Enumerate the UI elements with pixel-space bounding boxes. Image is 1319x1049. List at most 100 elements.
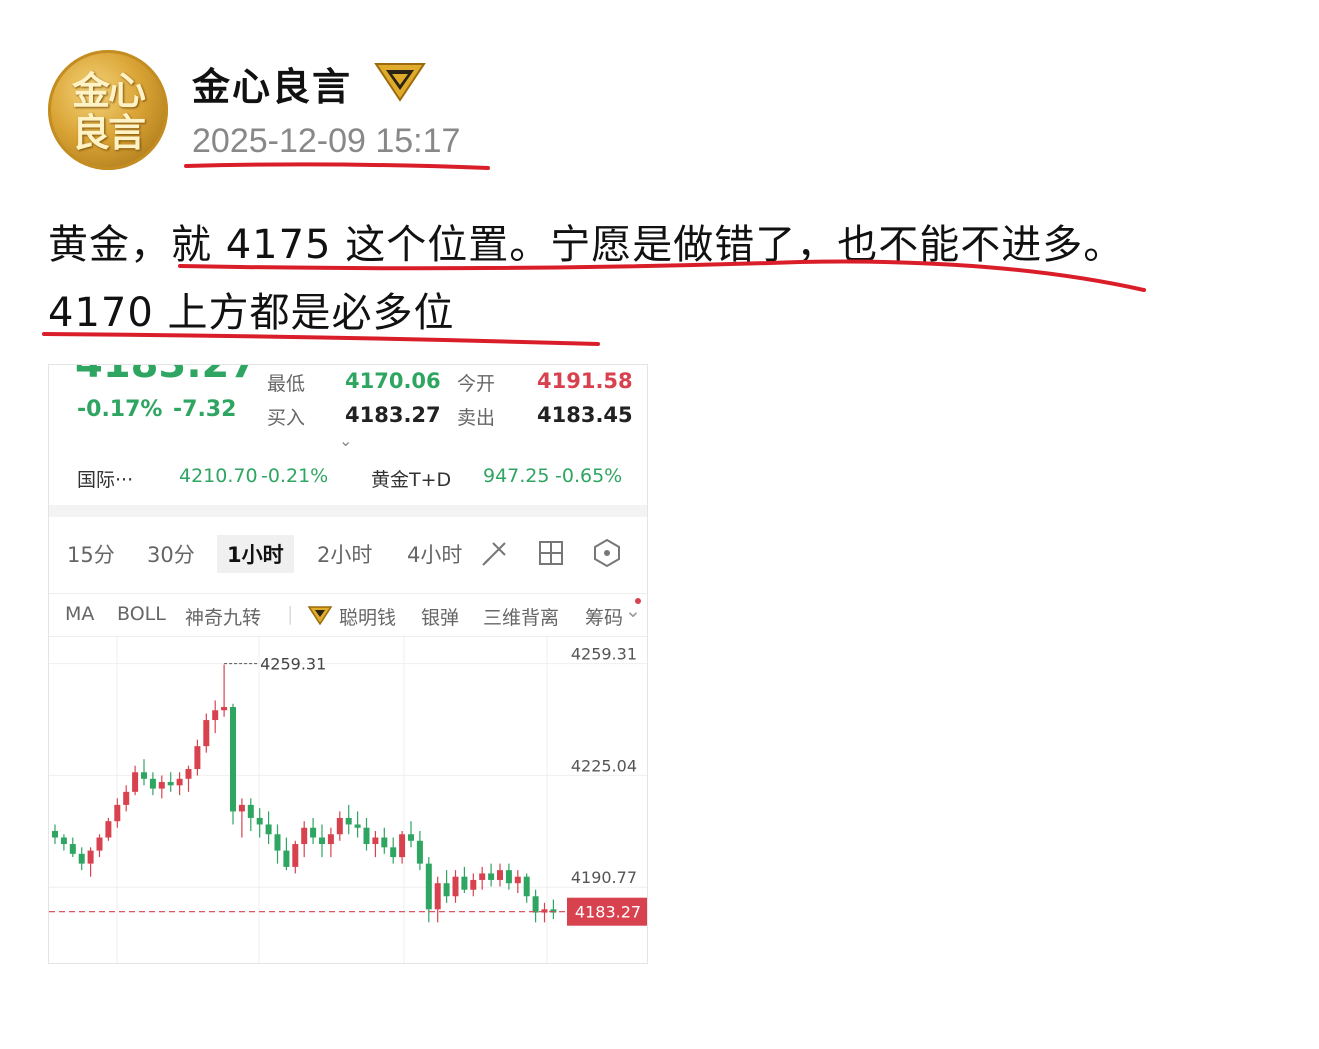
high-marker-label: 4259.31 [260, 655, 326, 674]
y-axis-label: 4259.31 [571, 645, 637, 664]
indicator-silver-bullet[interactable]: 银弹 [421, 603, 459, 630]
last-price-label: 4183.27 [575, 903, 641, 922]
candle-body [132, 772, 139, 792]
underline-timestamp [184, 162, 490, 170]
candle-body [203, 720, 210, 747]
candle-body [497, 870, 503, 880]
intl-gold-price: 4210.70 [179, 465, 258, 487]
candle-body [60, 837, 67, 845]
candle-body [532, 896, 539, 913]
candle-body [292, 844, 299, 867]
candle-body [274, 834, 281, 851]
candle-body [479, 873, 486, 880]
td-gold-price: 947.25 [483, 465, 550, 487]
candle-body [212, 710, 219, 721]
bid-value: 4183.27 [345, 403, 441, 427]
low-label: 最低 [267, 373, 306, 395]
candle-body [283, 850, 290, 867]
period-tabs: 15分 30分 1小时 2小时 4小时 [49, 533, 647, 581]
tab-1hour[interactable]: 1小时 [217, 535, 294, 573]
candle-body [327, 834, 334, 845]
bid-label: 买入 [267, 407, 306, 429]
section-divider [49, 505, 647, 517]
candle-body [354, 824, 361, 828]
tab-2hour[interactable]: 2小时 [317, 539, 372, 569]
candle-body [461, 876, 468, 890]
tab-30min[interactable]: 30分 [147, 539, 195, 569]
candle-body [123, 791, 130, 805]
author-avatar[interactable]: 金心良言 [48, 50, 168, 170]
indicator-3d-divergence[interactable]: 三维背离 [483, 603, 559, 630]
td-gold-pct: -0.65% [555, 465, 623, 487]
indicator-chips[interactable]: 筹码 [585, 603, 625, 630]
post-card: 金心良言 金心良言 2025-12-09 15:17 黄金，就 4175 这个位… [0, 0, 1319, 1049]
author-name[interactable]: 金心良言 [192, 56, 352, 111]
intl-gold-label: 国际··· [77, 469, 134, 491]
y-axis-label: 4225.04 [571, 756, 637, 775]
avatar-text: 金心良言 [71, 68, 146, 155]
candle-body [514, 876, 521, 884]
candle-body [105, 821, 112, 838]
tab-15min[interactable]: 15分 [67, 539, 115, 569]
indicator-boll[interactable]: BOLL [117, 603, 166, 625]
candle-body [221, 707, 228, 711]
post-timestamp: 2025-12-09 15:17 [192, 122, 461, 160]
current-price: 4183.27 [75, 364, 258, 387]
candle-body [141, 772, 147, 779]
candle-body [310, 827, 317, 838]
related-quotes-row[interactable]: 国际··· 4210.70 -0.21% 黄金T+D 947.25 -0.65% [49, 465, 647, 509]
candle-body [238, 804, 245, 812]
change-percent: -0.17% [77, 397, 163, 422]
quote-screenshot: 4183.27 -0.17% -7.32 最低 4170.06 今开 4191.… [48, 364, 648, 964]
candle-body [230, 707, 236, 812]
candle-body [336, 817, 343, 835]
candle-body [265, 824, 272, 835]
grid-layout-icon[interactable] [535, 537, 567, 569]
open-label: 今开 [457, 373, 496, 395]
indicator-ma[interactable]: MA [65, 603, 94, 625]
candle-body [399, 834, 406, 858]
settings-hex-icon[interactable] [591, 537, 623, 569]
indicator-row: MA BOLL 神奇九转 | 聪明钱 银弹 三维背离 筹码 ⌄ [49, 593, 647, 637]
tab-4hour[interactable]: 4小时 [407, 539, 467, 569]
y-axis-label: 4190.77 [571, 868, 637, 887]
change-amount: -7.32 [173, 397, 237, 422]
candle-body [390, 847, 397, 858]
candle-body [345, 817, 352, 825]
indicator-smart-money[interactable]: 聪明钱 [339, 603, 396, 630]
candle-body [425, 863, 432, 910]
candle-body [443, 883, 450, 897]
candle-body [301, 827, 308, 845]
candle-body [149, 778, 156, 789]
td-gold-label: 黄金T+D [371, 469, 452, 491]
candle-body [256, 817, 263, 825]
candle-body [52, 831, 58, 838]
candle-body [488, 873, 495, 880]
candle-body [381, 837, 388, 848]
candle-body [114, 804, 121, 822]
candle-body [470, 879, 477, 890]
smart-money-diamond-icon [307, 606, 333, 626]
candle-body [87, 850, 94, 864]
candle-body [408, 834, 414, 841]
intl-gold-pct: -0.21% [261, 465, 329, 487]
open-value: 4191.58 [537, 369, 633, 393]
candle-body [158, 782, 165, 789]
ask-label: 卖出 [457, 407, 496, 429]
candle-body [523, 876, 530, 897]
post-text-line-1: 黄金，就 4175 这个位置。宁愿是做错了，也不能不进多。 [48, 222, 1125, 268]
indicator-magic-nine[interactable]: 神奇九转 [185, 603, 261, 630]
ask-value: 4183.45 [537, 403, 633, 427]
candle-body [69, 844, 76, 854]
draw-tool-icon[interactable] [479, 537, 511, 569]
candle-body [452, 876, 459, 897]
post-text-line-2: 4170 上方都是必多位 [48, 290, 455, 336]
candle-body [363, 827, 370, 845]
candle-body [434, 883, 441, 910]
candlestick-chart[interactable]: 4259.31 4225.04 4190.77 4259.31 4183.27 [49, 635, 648, 964]
chevron-down-icon[interactable]: ⌄ [339, 431, 352, 450]
new-dot-badge [635, 598, 641, 604]
low-value: 4170.06 [345, 369, 441, 393]
candle-body [247, 804, 254, 818]
vip-diamond-icon [374, 63, 426, 102]
